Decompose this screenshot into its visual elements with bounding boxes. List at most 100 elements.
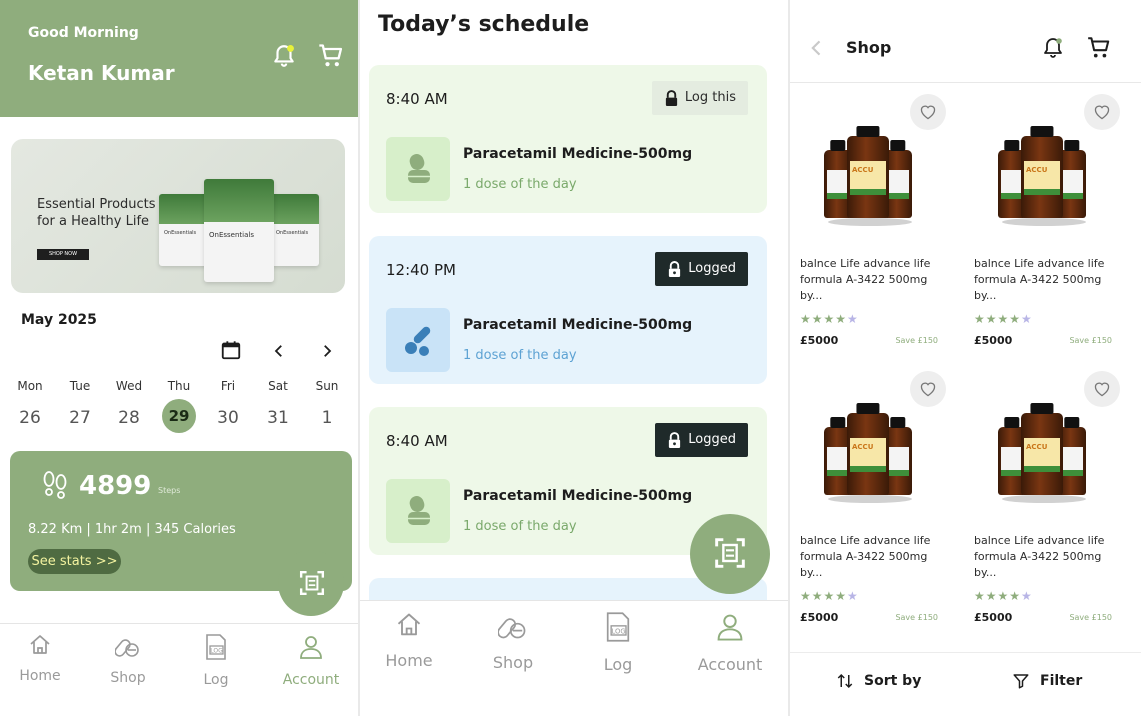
notification-bell-icon[interactable] xyxy=(1041,35,1065,61)
nav-account-label: Account xyxy=(697,655,763,674)
nav-shop[interactable]: Shop xyxy=(93,633,163,686)
product-pouch-image: OnEssentials xyxy=(159,194,209,266)
scan-button[interactable] xyxy=(690,514,770,594)
calendar-month: May 2025 xyxy=(21,312,97,328)
nav-account[interactable]: Account xyxy=(685,611,775,674)
logged-button[interactable]: Logged xyxy=(655,423,748,457)
chevron-left-icon[interactable] xyxy=(270,342,288,360)
header-divider xyxy=(790,82,1141,83)
filter-icon xyxy=(1013,674,1029,689)
nav-shop-label: Shop xyxy=(110,670,146,686)
heart-icon xyxy=(1094,105,1110,120)
banner-line2: for a Healthy Life xyxy=(37,214,150,229)
home-screen: Good Morning Ketan Kumar Essential Produ… xyxy=(0,0,358,716)
product-price: £5000 xyxy=(800,334,839,347)
product-name: balnce Life advance life formula A-3422 … xyxy=(974,257,1105,302)
shop-now-button[interactable]: SHOP NOW xyxy=(37,249,89,260)
log-document-icon: LOG xyxy=(206,634,226,660)
nav-account-label: Account xyxy=(282,672,340,688)
user-icon xyxy=(300,636,322,659)
nav-log-label: Log xyxy=(603,655,633,674)
bottom-nav: Home Shop LOG Log Account xyxy=(360,600,788,716)
page-title: Shop xyxy=(846,38,892,57)
product-saving: Save £150 xyxy=(895,336,938,345)
weekday-label: Sun xyxy=(315,379,339,393)
medicine-name: Paracetamil Medicine-500mg xyxy=(463,488,693,504)
medicine-thumb xyxy=(386,308,450,372)
nav-log[interactable]: LOG Log xyxy=(573,611,663,674)
filter-button[interactable]: Filter xyxy=(1012,672,1082,690)
favorite-button[interactable] xyxy=(1084,94,1120,130)
calendar-day[interactable]: 30 xyxy=(208,404,248,432)
promo-banner[interactable]: Essential Products for a Healthy Life SH… xyxy=(11,139,345,293)
log-document-icon: LOG xyxy=(606,612,630,642)
logged-button[interactable]: Logged xyxy=(655,252,748,286)
product-name: balnce Life advance life formula A-3422 … xyxy=(800,257,931,302)
calendar-day-selected[interactable]: 29 xyxy=(162,399,196,433)
nav-home-label: Home xyxy=(19,668,61,684)
logged-label: Logged xyxy=(688,432,736,447)
home-icon xyxy=(30,635,50,654)
sort-filter-bar: Sort by Filter xyxy=(790,652,1141,716)
calendar-day[interactable]: 26 xyxy=(10,404,50,432)
nav-account[interactable]: Account xyxy=(276,633,346,688)
heart-icon xyxy=(920,382,936,397)
product-card[interactable]: ACCU balnce Life advance life formula A-… xyxy=(964,86,1132,347)
product-card[interactable]: ACCU balnce Life advance life formula A-… xyxy=(790,363,958,624)
activity-summary: 8.22 Km | 1hr 2m | 345 Calories xyxy=(28,522,236,537)
page-title: Today’s schedule xyxy=(378,12,590,37)
nav-shop[interactable]: Shop xyxy=(468,611,558,672)
favorite-button[interactable] xyxy=(1084,371,1120,407)
product-card[interactable]: ACCU balnce Life advance life formula A-… xyxy=(790,86,958,347)
product-image: ACCU xyxy=(994,126,1094,226)
sort-button[interactable]: Sort by xyxy=(836,672,921,690)
dose-time: 8:40 AM xyxy=(386,90,448,108)
log-this-button[interactable]: Log this xyxy=(651,81,748,115)
cart-icon[interactable] xyxy=(1086,35,1112,61)
scan-button[interactable] xyxy=(278,550,344,616)
bottom-nav: Home Shop LOG Log Account xyxy=(0,623,358,716)
logged-label: Logged xyxy=(688,261,736,276)
nav-home[interactable]: Home xyxy=(5,633,75,684)
calendar-day[interactable]: 31 xyxy=(258,404,298,432)
pills-icon xyxy=(405,326,431,356)
product-image: ACCU xyxy=(820,403,920,503)
calendar-icon[interactable] xyxy=(220,339,242,361)
see-stats-button[interactable]: See stats >> xyxy=(28,549,121,574)
calendar-day[interactable]: 27 xyxy=(60,404,100,432)
product-price: £5000 xyxy=(800,611,839,624)
log-this-label: Log this xyxy=(684,90,736,105)
weekday-label: Thu xyxy=(167,379,191,393)
product-name: balnce Life advance life formula A-3422 … xyxy=(800,534,931,579)
lock-icon xyxy=(669,260,681,277)
user-icon xyxy=(717,614,743,641)
weekday-label: Tue xyxy=(69,379,91,393)
sort-label: Sort by xyxy=(864,673,922,689)
chevron-right-icon[interactable] xyxy=(318,342,336,360)
favorite-button[interactable] xyxy=(910,94,946,130)
product-saving: Save £150 xyxy=(895,613,938,622)
notification-bell-icon[interactable] xyxy=(271,43,297,69)
nav-home[interactable]: Home xyxy=(364,611,454,670)
product-price: £5000 xyxy=(974,334,1013,347)
product-rating: ★★★★★ xyxy=(974,312,1033,326)
product-saving: Save £150 xyxy=(1069,336,1112,345)
calendar-day[interactable]: 1 xyxy=(307,404,347,432)
scan-icon xyxy=(299,570,325,596)
medicine-name: Paracetamil Medicine-500mg xyxy=(463,146,693,162)
back-chevron-icon[interactable] xyxy=(807,37,827,59)
home-icon xyxy=(397,613,421,636)
calendar-day[interactable]: 28 xyxy=(109,404,149,432)
heart-icon xyxy=(1094,382,1110,397)
product-saving: Save £150 xyxy=(1069,613,1112,622)
home-header: Good Morning Ketan Kumar xyxy=(0,0,358,117)
lock-icon xyxy=(665,89,678,106)
cart-icon[interactable] xyxy=(317,42,345,70)
favorite-button[interactable] xyxy=(910,371,946,407)
heart-icon xyxy=(920,105,936,120)
steps-unit: Steps xyxy=(158,486,181,495)
sort-arrows-icon xyxy=(837,673,853,689)
product-card[interactable]: ACCU balnce Life advance life formula A-… xyxy=(964,363,1132,624)
nav-home-label: Home xyxy=(385,651,433,670)
nav-log[interactable]: LOG Log xyxy=(181,633,251,688)
